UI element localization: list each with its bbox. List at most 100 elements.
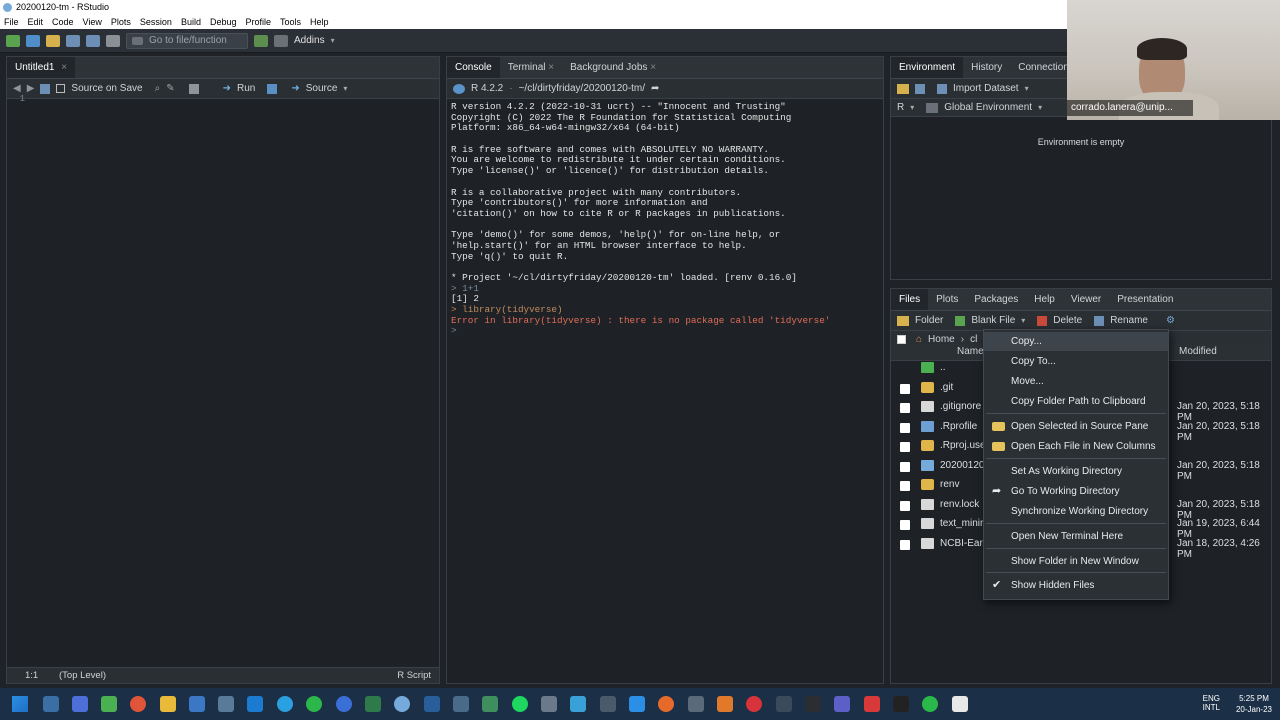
app-icon-9[interactable] [482, 696, 498, 712]
context-menu-item[interactable]: ✔ Show Hidden Files [984, 576, 1168, 595]
chevron-down-icon[interactable]: ▾ [910, 103, 914, 112]
import-dataset-button[interactable]: Import Dataset [953, 83, 1019, 94]
run-button[interactable]: Run [237, 83, 255, 94]
source-on-save-checkbox[interactable] [56, 84, 66, 93]
select-all-checkbox[interactable] [897, 335, 906, 344]
file-explorer-icon[interactable] [160, 696, 176, 712]
file-checkbox[interactable] [900, 383, 910, 394]
addins-menu[interactable]: Addins [294, 35, 325, 46]
app-icon-8[interactable] [453, 696, 469, 712]
chrome-icon[interactable] [130, 696, 146, 712]
more-gear-icon[interactable]: ⚙ [1166, 315, 1175, 326]
save-workspace-icon[interactable] [915, 83, 925, 94]
app-icon-3[interactable] [189, 696, 205, 712]
chevron-down-icon[interactable]: ▾ [343, 84, 347, 93]
tab-files[interactable]: Files [891, 289, 929, 310]
language-selector[interactable]: R [897, 102, 904, 113]
app-icon-15[interactable] [717, 696, 733, 712]
code-editor[interactable] [41, 94, 439, 662]
file-name[interactable]: .Rproj.use [940, 440, 986, 451]
app-icon-2[interactable] [101, 696, 117, 712]
terminal-icon[interactable] [805, 696, 821, 712]
menu-profile[interactable]: Profile [246, 15, 272, 29]
file-name[interactable]: 20200120 [940, 460, 985, 471]
app-icon-5[interactable] [336, 696, 352, 712]
app-icon-16[interactable] [776, 696, 792, 712]
language-indicator[interactable]: ENG INTL [1203, 694, 1220, 712]
outlook-icon[interactable] [247, 696, 263, 712]
search-icon[interactable]: ⌕ [155, 83, 161, 94]
rename-icon[interactable] [1094, 315, 1105, 326]
menu-code[interactable]: Code [52, 15, 74, 29]
scope-indicator[interactable]: (Top Level) [59, 670, 106, 681]
magic-wand-icon[interactable]: ✎ [166, 83, 174, 94]
context-menu-item[interactable]: Show Folder in New Window [984, 552, 1168, 571]
context-menu-item[interactable]: Synchronize Working Directory [984, 502, 1168, 521]
source-button[interactable]: Source [306, 83, 338, 94]
menu-view[interactable]: View [83, 15, 102, 29]
close-icon[interactable]: × [548, 62, 554, 73]
blank-file-button[interactable]: Blank File [971, 315, 1015, 326]
file-name[interactable]: renv [940, 479, 959, 490]
tab-console[interactable]: Console [447, 57, 500, 78]
spotify-icon[interactable] [512, 696, 528, 712]
close-icon[interactable]: × [650, 62, 656, 73]
app-icon-18[interactable] [893, 696, 909, 712]
file-name[interactable]: .. [940, 362, 946, 373]
opera-icon[interactable] [746, 696, 762, 712]
load-workspace-icon[interactable] [897, 83, 909, 94]
menu-debug[interactable]: Debug [210, 15, 237, 29]
file-name[interactable]: text_minir [940, 518, 983, 529]
console-output[interactable]: R version 4.2.2 (2022-10-31 ucrt) -- "In… [451, 101, 881, 337]
context-menu-item[interactable]: Move... [984, 372, 1168, 391]
back-arrow-icon[interactable]: ◀ [13, 83, 21, 94]
app-icon-11[interactable] [570, 696, 586, 712]
app-icon-12[interactable] [600, 696, 616, 712]
context-menu-item[interactable]: ➦ Go To Working Directory [984, 482, 1168, 501]
rename-button[interactable]: Rename [1110, 315, 1148, 326]
tab-plots[interactable]: Plots [928, 289, 966, 310]
file-checkbox[interactable] [900, 539, 910, 550]
save-icon[interactable] [66, 34, 80, 47]
app-icon-19[interactable] [922, 696, 938, 712]
context-menu-item[interactable]: Open New Terminal Here [984, 527, 1168, 546]
tab-help[interactable]: Help [1026, 289, 1063, 310]
file-name[interactable]: renv.lock [940, 499, 979, 510]
context-menu-item[interactable]: Open Each File in New Columns [984, 437, 1168, 456]
chevron-down-icon[interactable]: ▾ [1021, 316, 1025, 325]
open-file-icon[interactable] [46, 34, 60, 47]
app-icon-10[interactable] [541, 696, 557, 712]
firefox-icon[interactable] [658, 696, 674, 712]
windows-start-icon[interactable] [12, 696, 28, 712]
file-name[interactable]: .Rprofile [940, 421, 977, 432]
save-icon[interactable] [40, 83, 51, 94]
menu-build[interactable]: Build [181, 15, 201, 29]
new-project-icon[interactable] [26, 34, 40, 47]
menu-session[interactable]: Session [140, 15, 172, 29]
tab-viewer[interactable]: Viewer [1063, 289, 1109, 310]
file-checkbox[interactable] [900, 520, 910, 530]
app-icon-1[interactable] [72, 696, 88, 712]
new-file-icon[interactable] [6, 34, 20, 47]
new-folder-button[interactable]: Folder [915, 315, 943, 326]
file-name[interactable]: .git [940, 382, 953, 393]
tab-terminal[interactable]: Terminal × [500, 57, 562, 78]
import-dataset-icon[interactable] [937, 83, 947, 94]
teams-icon[interactable] [834, 696, 850, 712]
file-checkbox[interactable] [900, 422, 910, 433]
context-menu-item[interactable]: Open Selected in Source Pane [984, 417, 1168, 436]
goto-directory-icon[interactable]: ➦ [651, 83, 659, 94]
tab-presentation[interactable]: Presentation [1109, 289, 1181, 310]
rerun-icon[interactable] [267, 83, 278, 94]
file-name[interactable]: .gitignore [940, 401, 981, 412]
tab-background-jobs[interactable]: Background Jobs × [562, 57, 664, 78]
source-arrow-icon[interactable]: ➜ [291, 83, 299, 94]
task-view-icon[interactable] [43, 696, 59, 712]
column-header-name[interactable]: Name [957, 346, 984, 357]
context-menu-item[interactable]: Copy To... [984, 352, 1168, 371]
telegram-icon[interactable] [277, 696, 293, 712]
chevron-down-icon[interactable]: ▾ [1025, 84, 1029, 93]
column-header-modified[interactable]: Modified [1179, 346, 1217, 357]
app-icon-6[interactable] [365, 696, 381, 712]
file-type-selector[interactable]: R Script [397, 670, 431, 681]
